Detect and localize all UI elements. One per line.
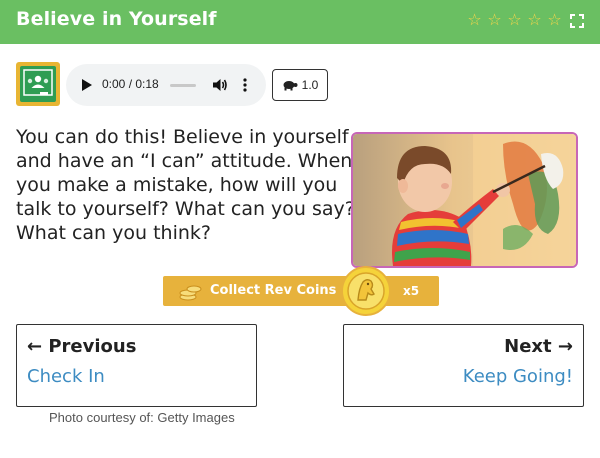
previous-heading: ← Previous xyxy=(27,336,137,357)
body-line: and have an “I can” attitude. When xyxy=(16,150,353,172)
classroom-icon xyxy=(20,66,56,102)
coin-medal-icon[interactable] xyxy=(341,266,391,316)
previous-button[interactable]: ← Previous Check In xyxy=(16,324,257,407)
star-icon[interactable]: ☆ xyxy=(486,12,503,28)
body-line: You can do this! Believe in yourself xyxy=(16,126,349,148)
fullscreen-icon[interactable] xyxy=(570,14,584,28)
audio-player: 0:00 / 0:18 xyxy=(66,64,266,106)
next-sublabel: Keep Going! xyxy=(462,366,573,387)
lesson-body-text: You can do this! Believe in yourself and… xyxy=(16,125,355,245)
photo-credit: Photo courtesy of: Getty Images xyxy=(49,410,235,425)
collect-rev-coins-button[interactable]: Collect Rev Coins x5 xyxy=(163,276,439,306)
collect-rev-coins-label: Collect Rev Coins xyxy=(210,283,337,298)
audio-time: 0:00 / 0:18 xyxy=(102,77,159,91)
playback-speed-value: 1.0 xyxy=(301,78,319,92)
star-icon[interactable]: ☆ xyxy=(506,12,523,28)
body-line: What can you think? xyxy=(16,222,211,244)
play-icon[interactable] xyxy=(82,79,92,91)
playback-speed-button[interactable]: 1.0 xyxy=(272,69,328,101)
audio-seek-bar[interactable] xyxy=(170,84,196,87)
lesson-header: Believe in Yourself ☆ ☆ ☆ ☆ ☆ xyxy=(0,0,600,44)
coins-stack-icon xyxy=(179,285,202,301)
lesson-title: Believe in Yourself xyxy=(16,8,217,30)
lesson-photo xyxy=(351,132,578,268)
volume-icon[interactable] xyxy=(212,77,228,93)
classroom-share-button[interactable] xyxy=(16,62,60,106)
coins-multiplier: x5 xyxy=(403,284,420,298)
rating-stars[interactable]: ☆ ☆ ☆ ☆ ☆ xyxy=(466,12,563,28)
star-icon[interactable]: ☆ xyxy=(466,12,483,28)
next-button[interactable]: Next → Keep Going! xyxy=(343,324,584,407)
previous-sublabel: Check In xyxy=(27,366,105,387)
star-icon[interactable]: ☆ xyxy=(526,12,543,28)
next-heading: Next → xyxy=(504,336,573,357)
star-icon[interactable]: ☆ xyxy=(546,12,563,28)
body-line: talk to yourself? What can you say? xyxy=(16,198,355,220)
body-line: you make a mistake, how will you xyxy=(16,174,338,196)
turtle-icon xyxy=(283,81,298,91)
more-icon[interactable] xyxy=(242,77,248,93)
child-painting-photo xyxy=(353,134,576,266)
